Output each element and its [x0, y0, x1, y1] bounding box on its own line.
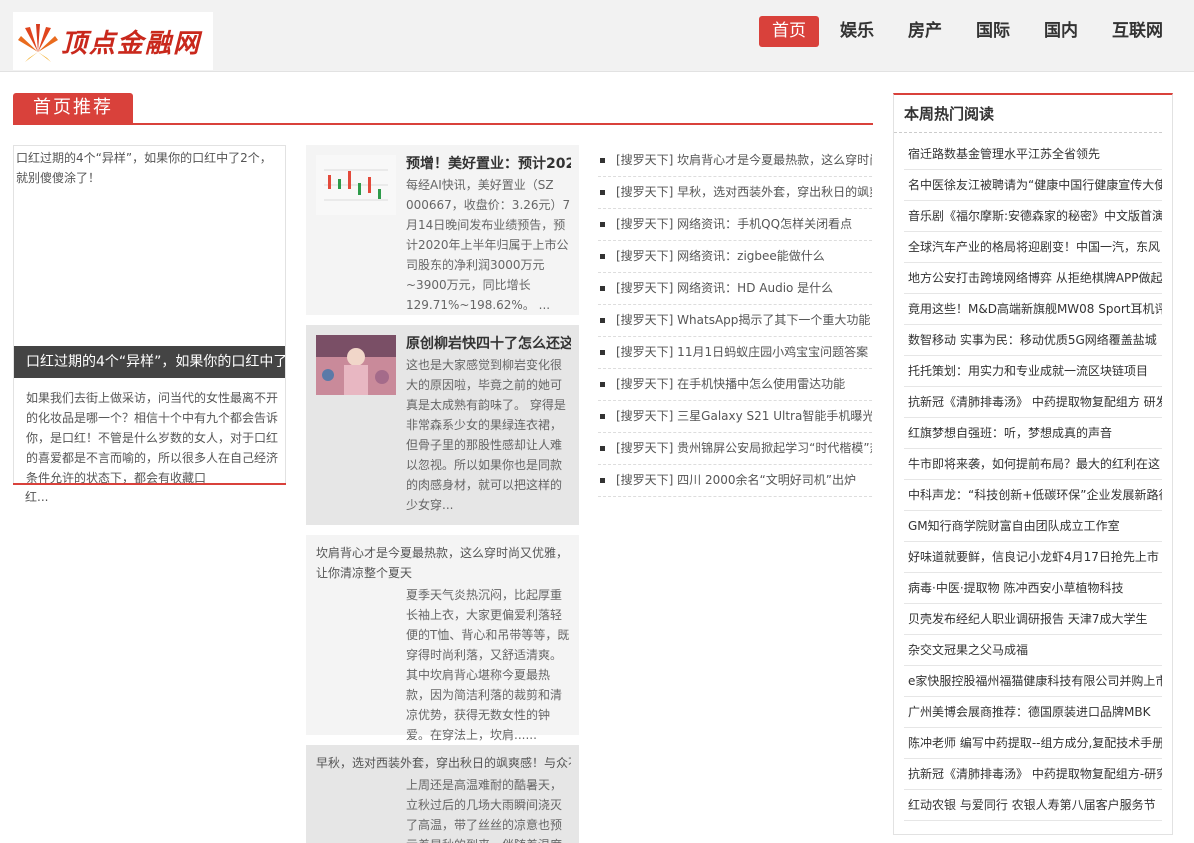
photo-thumbnail-icon: [316, 335, 396, 395]
chart-thumbnail-icon: [316, 155, 396, 215]
article-image-alt[interactable]: 坎肩背心才是今夏最热款，这么穿时尚又优雅，让你清凉整个夏天: [316, 543, 571, 583]
list-item[interactable]: [搜罗天下] 网络资讯：HD Audio 是什么: [598, 273, 872, 305]
list-item[interactable]: [搜罗天下] 三星Galaxy S21 Ultra智能手机曝光: [598, 401, 872, 433]
feature-divider: [13, 483, 286, 485]
site-header: 顶点金融网 首页 娱乐 房产 国际 国内 互联网: [0, 0, 1194, 72]
article-title[interactable]: 预增！美好置业：预计2020年上半年: [406, 153, 571, 173]
logo-text: 顶点金融网: [61, 28, 202, 59]
nav-item-home[interactable]: 首页: [759, 16, 819, 47]
feature-image-alt[interactable]: 口红过期的4个“异样”，如果你的口红中了2个，就别傻傻涂了！: [14, 146, 285, 190]
hot-reading-title: 本周热门阅读: [894, 95, 1162, 133]
hot-item[interactable]: GM知行商学院财富自由团队成立工作室: [904, 511, 1162, 542]
hot-reading-list: 宿迁路数基金管理水平江苏全省领先 名中医徐友江被聘请为“健康中国行健康宣传大使”…: [894, 133, 1172, 821]
hot-item[interactable]: 数智移动 实事为民：移动优质5G网络覆盖盐城: [904, 325, 1162, 356]
hot-item[interactable]: 红动农银 与爱同行 农银人寿第八届客户服务节: [904, 790, 1162, 821]
article-image-alt[interactable]: 早秋，选对西装外套，穿出秋日的飒爽感！与众不同: [316, 753, 571, 773]
hot-item[interactable]: 抗新冠《清肺排毒汤》 中药提取物复配组方 研发: [904, 387, 1162, 418]
lotus-logo-icon: [18, 24, 58, 62]
site-logo[interactable]: 顶点金融网: [13, 12, 213, 70]
article-title[interactable]: 原创柳岩快四十了怎么还这么美: [406, 333, 571, 353]
hot-item[interactable]: 宿迁路数基金管理水平江苏全省领先: [904, 139, 1162, 170]
article-card[interactable]: 早秋，选对西装外套，穿出秋日的飒爽感！与众不同 上周还是高温难耐的酷暑天，立秋过…: [306, 745, 579, 843]
list-item[interactable]: [搜罗天下] 贵州锦屏公安局掀起学习“时代楷模”热潮: [598, 433, 872, 465]
hot-item[interactable]: 地方公安打击跨境网络博弈 从拒绝棋牌APP做起: [904, 263, 1162, 294]
list-item[interactable]: [搜罗天下] 11月1日蚂蚁庄园小鸡宝宝问题答案: [598, 337, 872, 369]
nav-item-realestate[interactable]: 房产: [895, 16, 955, 47]
list-item[interactable]: [搜罗天下] 在手机快播中怎么使用雷达功能: [598, 369, 872, 401]
hot-item[interactable]: 广州美博会展商推荐：德国原装进口品牌MBK: [904, 697, 1162, 728]
feature-caption[interactable]: 口红过期的4个“异样”，如果你的口红中了2个，就别傻傻涂了！: [14, 346, 285, 378]
feature-description-more: 红...: [25, 490, 49, 504]
hot-item[interactable]: 托托策划：用实力和专业成就一流区块链项目: [904, 356, 1162, 387]
hot-item[interactable]: 牛市即将来袭，如何提前布局？最大的红利在这: [904, 449, 1162, 480]
section-title: 首页推荐: [13, 93, 873, 125]
article-card[interactable]: 原创柳岩快四十了怎么还这么美 这也是大家感觉到柳岩变化很大的原因啦，毕竟之前的她…: [306, 325, 579, 535]
article-summary: 每经AI快讯，美好置业（SZ 000667，收盘价：3.26元）7月14日晚间发…: [406, 178, 571, 312]
article-summary: 上周还是高温难耐的酷暑天，立秋过后的几场大雨瞬间浇灭了高温，带了丝丝的凉意也预示…: [406, 778, 563, 843]
hot-item[interactable]: 杂交文冠果之父马成福: [904, 635, 1162, 666]
hot-item[interactable]: 名中医徐友江被聘请为“健康中国行健康宣传大使”: [904, 170, 1162, 201]
hot-item[interactable]: 陈冲老师 编写中药提取--组方成分,复配技术手册: [904, 728, 1162, 759]
nav-item-entertainment[interactable]: 娱乐: [827, 16, 887, 47]
news-list: [搜罗天下] 坎肩背心才是今夏最热款，这么穿时尚又优雅 [搜罗天下] 早秋，选对…: [598, 145, 872, 497]
feature-description: 如果我们去街上做采访，问当代的女性最离不开的化妆品是哪一个？相信十个中有九个都会…: [26, 391, 279, 485]
hot-item[interactable]: 好味道就要鲜，信良记小龙虾4月17日抢先上市: [904, 542, 1162, 573]
section-title-label: 首页推荐: [13, 93, 133, 123]
list-item[interactable]: [搜罗天下] 早秋，选对西装外套，穿出秋日的飒爽感: [598, 177, 872, 209]
article-summary: 夏季天气炎热沉闷，比起厚重长袖上衣，大家更偏爱利落轻便的T恤、背心和吊带等等，既…: [406, 588, 570, 742]
feature-article[interactable]: 口红过期的4个“异样”，如果你的口红中了2个，就别傻傻涂了！ 口红过期的4个“异…: [13, 145, 286, 485]
nav-item-domestic[interactable]: 国内: [1031, 16, 1091, 47]
article-card[interactable]: 坎肩背心才是今夏最热款，这么穿时尚又优雅，让你清凉整个夏天 夏季天气炎热沉闷，比…: [306, 535, 579, 745]
hot-item[interactable]: 音乐剧《福尔摩斯:安德森家的秘密》中文版首演: [904, 201, 1162, 232]
hot-item[interactable]: 红旗梦想自强班：听，梦想成真的声音: [904, 418, 1162, 449]
hot-item[interactable]: 病毒·中医·提取物 陈冲西安小草植物科技: [904, 573, 1162, 604]
list-item[interactable]: [搜罗天下] 四川 2000余名“文明好司机”出炉: [598, 465, 872, 497]
hot-reading-panel: 本周热门阅读 宿迁路数基金管理水平江苏全省领先 名中医徐友江被聘请为“健康中国行…: [893, 93, 1173, 835]
hot-item[interactable]: 中科声龙：“科技创新+低碳环保”企业发展新路径: [904, 480, 1162, 511]
article-card[interactable]: 预增！美好置业：预计2020年上半年 每经AI快讯，美好置业（SZ 000667…: [306, 145, 579, 325]
hot-item[interactable]: 全球汽车产业的格局将迎剧变！中国一汽，东风: [904, 232, 1162, 263]
article-summary: 这也是大家感觉到柳岩变化很大的原因啦，毕竟之前的她可真是太成熟有韵味了。 穿得是…: [406, 358, 566, 512]
nav-item-internet[interactable]: 互联网: [1099, 16, 1176, 47]
hot-item[interactable]: 竟用这些！M&D高端新旗舰MW08 Sport耳机评测: [904, 294, 1162, 325]
hot-item[interactable]: e家快服控股福州福猫健康科技有限公司并购上市: [904, 666, 1162, 697]
main-nav: 首页 娱乐 房产 国际 国内 互联网: [751, 16, 1176, 47]
list-item[interactable]: [搜罗天下] 网络资讯：zigbee能做什么: [598, 241, 872, 273]
list-item[interactable]: [搜罗天下] 网络资讯：手机QQ怎样关闭看点: [598, 209, 872, 241]
list-item[interactable]: [搜罗天下] 坎肩背心才是今夏最热款，这么穿时尚又优雅: [598, 145, 872, 177]
list-item[interactable]: [搜罗天下] WhatsApp揭示了其下一个重大功能: [598, 305, 872, 337]
article-cards: 预增！美好置业：预计2020年上半年 每经AI快讯，美好置业（SZ 000667…: [306, 145, 579, 843]
hot-item[interactable]: 贝壳发布经纪人职业调研报告 天津7成大学生: [904, 604, 1162, 635]
hot-item[interactable]: 抗新冠《清肺排毒汤》 中药提取物复配组方-研究: [904, 759, 1162, 790]
nav-item-international[interactable]: 国际: [963, 16, 1023, 47]
